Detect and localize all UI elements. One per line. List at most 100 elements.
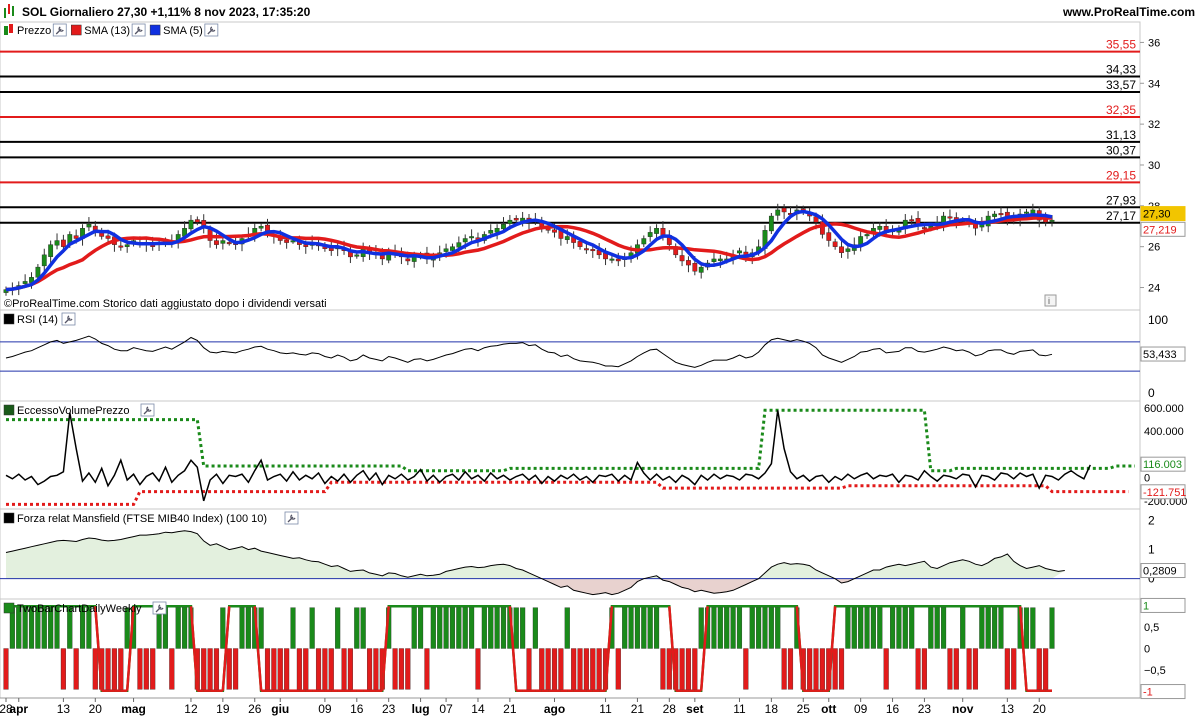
rsi-settings-icon[interactable]	[61, 312, 76, 326]
eccesso-panel-frame	[0, 400, 1141, 510]
eccesso-settings-icon[interactable]	[140, 403, 155, 417]
twobar-daily-bar	[979, 607, 985, 649]
twobar-daily-bar	[220, 607, 226, 649]
twobar-down-badge: -1	[1143, 687, 1153, 699]
twobar-daily-bar	[679, 648, 685, 690]
candle	[188, 219, 194, 230]
twobar-daily-bar	[322, 648, 328, 690]
twobar-settings-icon[interactable]	[152, 601, 167, 615]
twobar-daily-bar	[883, 648, 889, 690]
twobar-daily-bar	[226, 648, 232, 690]
twobar-daily-bar	[430, 607, 436, 649]
level-label: 32,35	[1106, 103, 1136, 117]
level-label: 30,37	[1106, 143, 1136, 157]
twobar-daily-bar	[960, 607, 966, 649]
price-tick-label: 30	[1148, 160, 1160, 172]
candle	[922, 227, 927, 230]
x-tick-label: mag	[121, 702, 146, 716]
info-icon[interactable]	[1044, 294, 1057, 307]
candle	[781, 207, 787, 213]
twobar-daily-bar	[411, 607, 417, 649]
twobar-daily-bar	[870, 607, 876, 649]
x-tick-label: 26	[248, 702, 262, 716]
candle	[877, 226, 883, 230]
twobar-daily-bar	[972, 648, 979, 690]
twobar-daily-bar	[985, 607, 991, 649]
candles-icon-red	[9, 24, 13, 33]
candle	[998, 213, 1004, 216]
x-tick-label: 11	[599, 702, 612, 716]
legend-settings-icon[interactable]	[52, 23, 67, 37]
site-label[interactable]: www.ProRealTime.com	[1062, 5, 1195, 19]
x-tick-label: 20	[89, 702, 103, 716]
price-tick-label: 36	[1148, 37, 1160, 49]
candle	[328, 247, 334, 251]
x-tick-label: 14	[471, 702, 485, 716]
twobar-daily-bar	[941, 607, 947, 649]
twobar-daily-bar	[354, 607, 360, 649]
legend-label: SMA (13)	[84, 25, 130, 37]
twobar-daily-bar	[520, 607, 526, 649]
twobar-daily-bar	[366, 648, 373, 690]
candle	[284, 239, 290, 243]
candle	[443, 248, 449, 252]
footer-note: ©ProRealTime.com Storico dati aggiustato…	[4, 298, 327, 310]
twobar-daily-bar	[813, 648, 819, 690]
twobar-daily-bar	[717, 607, 723, 649]
twobar-daily-bar	[143, 648, 149, 690]
twobar-daily-bar	[724, 607, 730, 649]
candle	[226, 242, 232, 245]
candle	[462, 238, 468, 243]
candle	[48, 244, 54, 257]
legend-swatch	[149, 24, 161, 36]
x-tick-label: 28	[663, 702, 677, 716]
twobar-daily-bar	[896, 607, 902, 649]
twobar-daily-bar	[373, 648, 379, 690]
twobar-daily-bar	[449, 607, 456, 649]
twobar-daily-bar	[762, 607, 768, 649]
twobar-daily-bar	[596, 648, 602, 690]
x-tick-label: 25	[797, 702, 811, 716]
twobar-daily-bar	[303, 648, 309, 690]
mansfield-title: Forza relat Mansfield (FTSE MIB40 Index)…	[17, 513, 267, 525]
twobar-daily-bar	[864, 607, 870, 649]
twobar-daily-bar	[182, 607, 188, 649]
twobar-daily-bar	[551, 648, 558, 690]
twobar-daily-bar	[781, 648, 787, 690]
twobar-daily-bar	[111, 648, 117, 690]
twobar-daily-bar	[571, 648, 577, 690]
twobar-daily-bar	[105, 648, 111, 690]
twobar-daily-bar	[877, 607, 883, 649]
twobar-daily-bar	[934, 607, 940, 649]
rsi-title: RSI (14)	[17, 314, 58, 326]
mansfield-settings-icon[interactable]	[284, 511, 299, 525]
twobar-daily-bar	[245, 607, 251, 649]
twobar-daily-bar	[539, 648, 545, 690]
x-tick-label: 23	[382, 702, 396, 716]
candle	[947, 216, 953, 219]
candle	[692, 263, 698, 272]
twobar-daily-bar	[137, 648, 143, 690]
twobar-daily-bar	[660, 648, 666, 690]
twobar-daily-bar	[902, 607, 908, 649]
legend-settings-icon[interactable]	[131, 23, 146, 37]
twobar-daily-bar	[277, 648, 283, 690]
twobar-daily-bar	[545, 648, 551, 690]
twobar-daily-bar	[481, 607, 487, 649]
twobar-daily-bar	[284, 648, 290, 690]
twobar-daily-bar	[424, 648, 430, 690]
legend-settings-icon[interactable]	[204, 23, 219, 37]
rsi-panel-frame	[0, 309, 1141, 402]
twobar-daily-bar	[392, 648, 398, 690]
mansfield-title-swatch	[3, 512, 15, 524]
x-tick-label: 09	[318, 702, 332, 716]
candle	[698, 266, 704, 273]
twobar-daily-bar	[347, 648, 353, 690]
candle	[768, 215, 774, 232]
twobar-daily-bar	[169, 648, 175, 690]
twobar-daily-bar	[405, 648, 411, 690]
twobar-daily-bar	[60, 648, 66, 690]
candle	[61, 239, 66, 247]
candle	[609, 258, 615, 261]
twobar-daily-bar	[858, 607, 864, 649]
